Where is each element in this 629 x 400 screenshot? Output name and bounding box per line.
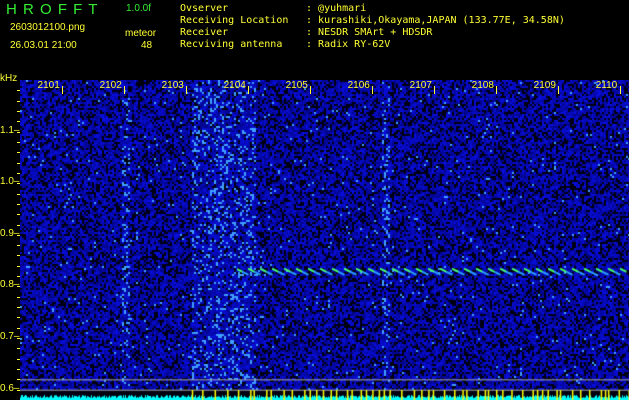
x-tick-mark bbox=[433, 86, 435, 94]
y-minor-tick bbox=[17, 193, 20, 195]
y-minor-tick bbox=[17, 131, 20, 133]
x-tick-mark bbox=[371, 86, 373, 94]
y-tick-label: 1.0– bbox=[0, 176, 20, 188]
meteor-count: 48 bbox=[141, 40, 153, 51]
y-minor-tick bbox=[17, 369, 20, 371]
x-tick-label: 2105 bbox=[285, 80, 308, 91]
x-tick-mark bbox=[185, 86, 187, 94]
y-minor-tick bbox=[17, 327, 20, 329]
info-label: Receiver bbox=[180, 27, 229, 38]
brand-title: H R O F F T bbox=[6, 1, 98, 18]
y-minor-tick bbox=[17, 338, 20, 340]
y-minor-tick bbox=[17, 234, 20, 236]
y-minor-tick bbox=[17, 307, 20, 309]
info-value: : Radix RY-62V bbox=[306, 39, 391, 50]
y-minor-tick bbox=[17, 317, 20, 319]
filename: 2603012100.png bbox=[10, 22, 86, 33]
x-tick-mark bbox=[61, 86, 63, 94]
y-minor-tick bbox=[17, 162, 20, 164]
y-minor-tick bbox=[17, 203, 20, 205]
y-tick-label: 0.8– bbox=[0, 279, 20, 291]
y-minor-tick bbox=[17, 121, 20, 123]
x-tick-label: 2104 bbox=[223, 80, 246, 91]
info-label: Ovserver bbox=[180, 3, 229, 14]
y-axis-label: kHz bbox=[0, 73, 18, 84]
y-minor-tick bbox=[17, 183, 20, 185]
x-tick-label: 2103 bbox=[161, 80, 184, 91]
x-tick-label: 2107 bbox=[409, 80, 432, 91]
datetime: 26.03.01 21:00 bbox=[10, 40, 77, 51]
y-minor-tick bbox=[17, 152, 20, 154]
y-minor-tick bbox=[17, 100, 20, 102]
y-minor-tick bbox=[17, 348, 20, 350]
info-value: : @yuhmari bbox=[306, 3, 367, 14]
y-minor-tick bbox=[17, 255, 20, 257]
y-minor-tick bbox=[17, 172, 20, 174]
x-tick-mark bbox=[557, 86, 559, 94]
y-minor-tick bbox=[17, 389, 20, 391]
y-minor-tick bbox=[17, 265, 20, 267]
y-tick-label: 0.9– bbox=[0, 227, 20, 239]
x-tick-label: 2102 bbox=[99, 80, 122, 91]
info-label: Recviving antenna bbox=[180, 39, 283, 50]
spectrogram bbox=[20, 80, 629, 400]
y-minor-tick bbox=[17, 224, 20, 226]
y-minor-tick bbox=[17, 245, 20, 247]
y-minor-tick bbox=[17, 90, 20, 92]
x-tick-label: 2109 bbox=[533, 80, 556, 91]
y-tick-label: 1.1– bbox=[0, 124, 20, 136]
info-value: : kurashiki,Okayama,JAPAN (133.77E, 34.5… bbox=[306, 15, 565, 26]
x-tick-label: 2108 bbox=[471, 80, 494, 91]
x-tick-mark bbox=[123, 86, 125, 94]
x-tick-mark bbox=[247, 86, 249, 94]
version: 1.0.0f bbox=[126, 3, 152, 14]
y-tick-label: 0.6– bbox=[0, 382, 20, 394]
x-tick-label: 2101 bbox=[37, 80, 60, 91]
x-tick-label: 2106 bbox=[347, 80, 370, 91]
y-minor-tick bbox=[17, 379, 20, 381]
y-minor-tick bbox=[17, 358, 20, 360]
y-tick-label: 0.7– bbox=[0, 331, 20, 343]
y-minor-tick bbox=[17, 276, 20, 278]
y-minor-tick bbox=[17, 296, 20, 298]
x-tick-mark bbox=[619, 86, 621, 94]
info-label: Receiving Location bbox=[180, 15, 289, 26]
x-tick-mark bbox=[309, 86, 311, 94]
y-minor-tick bbox=[17, 141, 20, 143]
x-tick-mark bbox=[495, 86, 497, 94]
info-value: : NESDR SMArt + HDSDR bbox=[306, 27, 433, 38]
x-tick-label: 2110 bbox=[595, 80, 618, 91]
y-minor-tick bbox=[17, 110, 20, 112]
y-minor-tick bbox=[17, 214, 20, 216]
meteor-label: meteor bbox=[125, 28, 157, 39]
y-minor-tick bbox=[17, 286, 20, 288]
